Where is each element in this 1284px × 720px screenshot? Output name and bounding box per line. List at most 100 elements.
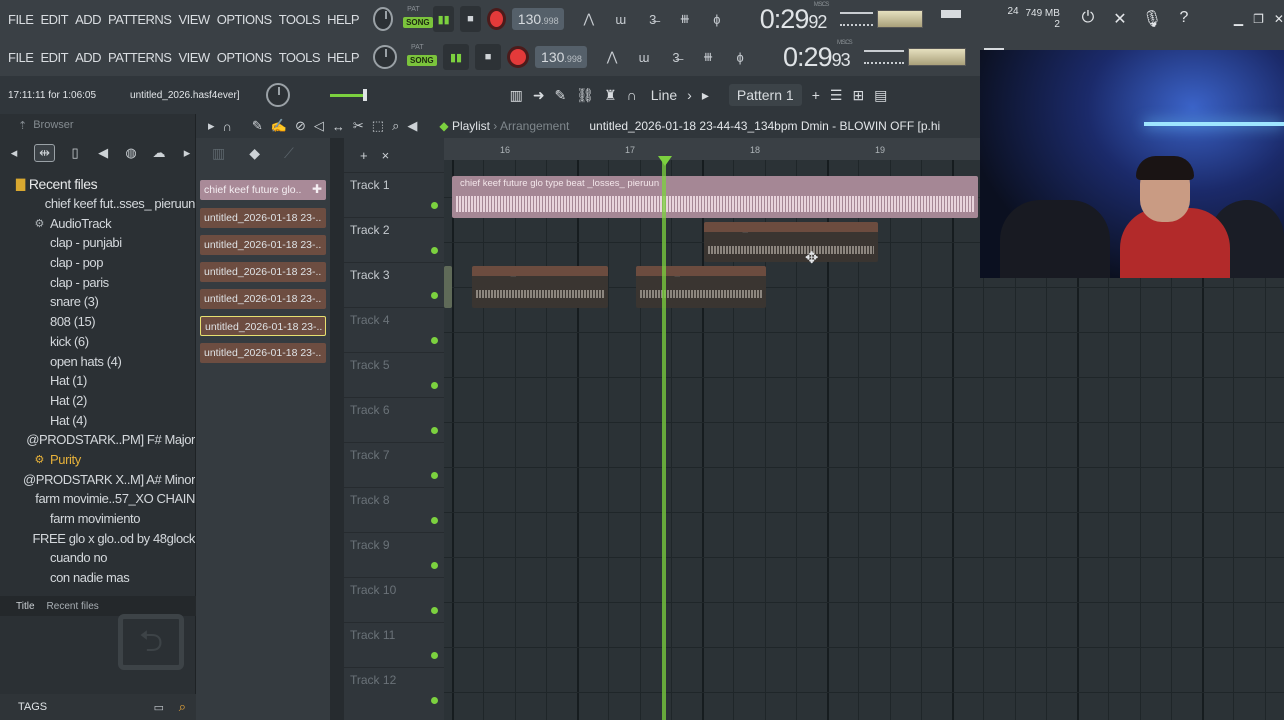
arrow-left-icon[interactable]: ◂: [6, 145, 22, 161]
browser-item[interactable]: snare (3): [0, 292, 195, 312]
track-mute-led[interactable]: [431, 337, 438, 344]
track-header[interactable]: Track 12: [344, 667, 444, 712]
track-mute-led[interactable]: [431, 607, 438, 614]
master-volume-knob[interactable]: [373, 45, 398, 69]
zoom-icon[interactable]: ⌕: [392, 118, 399, 134]
track-mute-led[interactable]: [431, 652, 438, 659]
arrow-right-icon[interactable]: ▸: [179, 145, 195, 161]
plugin-icon[interactable]: ◀: [95, 145, 111, 161]
play-pattern-icon[interactable]: ▸: [702, 87, 709, 104]
automation-icon[interactable]: ⟋: [284, 145, 294, 162]
menu-file[interactable]: FILE: [8, 50, 34, 65]
wait-icon[interactable]: ɯ: [633, 47, 655, 67]
help-icon[interactable]: ?: [1174, 9, 1194, 29]
play-button[interactable]: ▮▮: [443, 44, 470, 70]
wait-icon[interactable]: ɯ: [610, 9, 632, 29]
paint-icon[interactable]: ✍: [271, 118, 287, 134]
playlist-menu-arrow-icon[interactable]: ▸: [208, 118, 215, 134]
browser-item[interactable]: open hats (4): [0, 351, 195, 371]
track-header[interactable]: Track 5: [344, 352, 444, 397]
folder-icon[interactable]: ▭: [154, 701, 164, 714]
master-volume-slider[interactable]: [329, 88, 367, 101]
track-mute-led[interactable]: [431, 202, 438, 209]
menu-add[interactable]: ADD: [75, 12, 101, 27]
menu-patterns[interactable]: PATTERNS: [108, 12, 172, 27]
browser-item[interactable]: con nadie mas: [0, 568, 195, 588]
remove-track-icon[interactable]: ×: [382, 148, 390, 163]
tempo-display[interactable]: 130.998: [535, 46, 588, 68]
browser-item[interactable]: farm movimie..57_XO CHAIN: [0, 489, 195, 509]
chevron-right-icon[interactable]: ›: [687, 87, 692, 103]
browser-item[interactable]: kick (6): [0, 332, 195, 352]
menu-view[interactable]: VIEW: [178, 50, 210, 65]
menu-options[interactable]: OPTIONS: [217, 12, 273, 27]
track-header[interactable]: Track 6: [344, 397, 444, 442]
piano-icon[interactable]: ▥: [510, 87, 523, 104]
menu-tools[interactable]: TOOLS: [279, 50, 321, 65]
picker-clip[interactable]: untitled_2026-01-18 23-..: [200, 208, 326, 228]
countdown-icon[interactable]: 3̶: [642, 9, 664, 29]
audio-clip[interactable]: untitled_2026-01-18..p.highasf4ever]: [704, 222, 878, 262]
track-mute-led[interactable]: [431, 697, 438, 704]
snap-select[interactable]: Line: [651, 87, 677, 103]
playhead-marker-icon[interactable]: [658, 156, 672, 166]
channel-rack-icon[interactable]: ▤: [874, 87, 887, 104]
stamp-icon[interactable]: ♜: [604, 87, 617, 104]
microphone-icon[interactable]: 🎙: [1142, 9, 1162, 29]
menu-view[interactable]: VIEW: [178, 12, 210, 27]
menu-help[interactable]: HELP: [327, 50, 359, 65]
browser-item[interactable]: clap - paris: [0, 272, 195, 292]
playback-icon[interactable]: ◀: [407, 118, 417, 134]
step-edit-icon[interactable]: ⧻: [697, 47, 719, 67]
delete-icon[interactable]: ⊘: [295, 118, 306, 134]
loop-record-icon[interactable]: ɸ: [729, 47, 751, 67]
menu-patterns[interactable]: PATTERNS: [108, 50, 172, 65]
restore-icon[interactable]: ❐: [1253, 12, 1264, 26]
playlist-icon[interactable]: ☰: [830, 87, 843, 104]
browser-item[interactable]: clap - pop: [0, 253, 195, 273]
browser-item[interactable]: ⚙ AudioTrack: [0, 213, 195, 233]
track-mute-led[interactable]: [431, 382, 438, 389]
link-icon[interactable]: ⛓: [576, 87, 594, 104]
picker-clip[interactable]: chief keef future glo.. ✚: [200, 180, 326, 200]
track-header[interactable]: Track 9: [344, 532, 444, 577]
pin-icon[interactable]: ⇡: [18, 119, 27, 132]
plugin-icon[interactable]: ✕: [1110, 9, 1130, 29]
master-pitch-knob[interactable]: [265, 83, 290, 107]
audio-clip[interactable]: chief keef future glo type beat _losses_…: [452, 176, 978, 218]
search-icon[interactable]: ⌕: [179, 699, 186, 715]
track-header[interactable]: Track 11: [344, 622, 444, 667]
audio-clip[interactable]: untitled_2026-..ghasf4ever]: [472, 266, 608, 308]
track-mute-led[interactable]: [431, 562, 438, 569]
pat-song-toggle[interactable]: PAT SONG: [407, 44, 437, 70]
browser-item[interactable]: clap - punjabi: [0, 233, 195, 253]
menu-tools[interactable]: TOOLS: [279, 12, 321, 27]
browser-item[interactable]: Hat (4): [0, 410, 195, 430]
minimize-icon[interactable]: ▁: [1234, 12, 1243, 26]
browser-item[interactable]: ⚙ Purity: [0, 450, 195, 470]
browser-item[interactable]: Hat (2): [0, 391, 195, 411]
audio-clip[interactable]: untitled_2026-..hasf4ever]: [636, 266, 766, 308]
browser-item[interactable]: cuando no: [0, 548, 195, 568]
pat-song-toggle[interactable]: PAT SONG: [403, 6, 433, 32]
cloud-icon[interactable]: ☁: [151, 145, 167, 161]
tempo-display[interactable]: 130.998: [511, 8, 564, 30]
menu-help[interactable]: HELP: [327, 12, 359, 27]
menu-add[interactable]: ADD: [75, 50, 101, 65]
file-icon[interactable]: ▯: [67, 145, 83, 161]
mute-icon[interactable]: ◁: [314, 118, 324, 134]
track-header[interactable]: Track 4: [344, 307, 444, 352]
power-icon[interactable]: ⏻: [1078, 9, 1098, 29]
select-icon[interactable]: ⬚: [372, 118, 384, 134]
browser-item[interactable]: Hat (1): [0, 371, 195, 391]
slip-icon[interactable]: ↔: [332, 119, 345, 134]
piano-icon[interactable]: ▥: [212, 145, 225, 162]
track-header[interactable]: Track 10: [344, 577, 444, 622]
record-button[interactable]: [486, 8, 506, 30]
metronome-icon[interactable]: ⋀: [578, 9, 600, 29]
browser-item[interactable]: FREE glo x glo..od by 48glock: [0, 528, 195, 548]
piano-roll-icon[interactable]: ⊞: [852, 87, 864, 104]
play-button[interactable]: ▮▮: [433, 6, 455, 32]
track-header[interactable]: Track 3: [344, 262, 444, 307]
magnet-icon[interactable]: ∩: [223, 119, 232, 134]
